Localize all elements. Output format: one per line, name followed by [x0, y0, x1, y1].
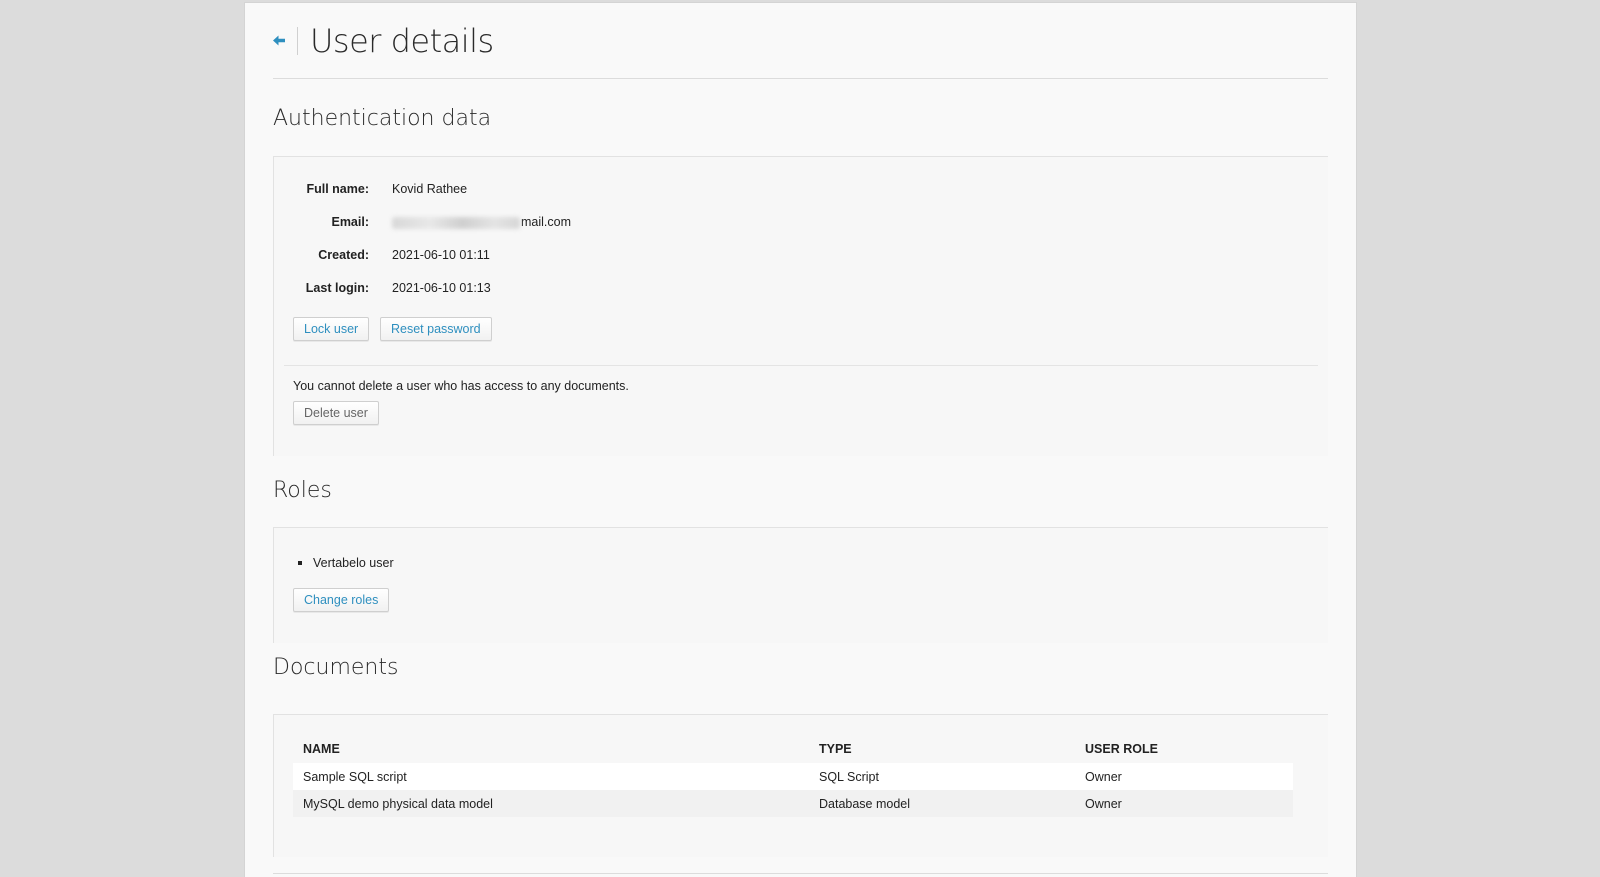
table-row[interactable]: MySQL demo physical data model Database …: [293, 790, 1293, 817]
column-header-user-role[interactable]: USER ROLE: [1075, 735, 1293, 763]
change-roles-button[interactable]: Change roles: [293, 588, 390, 612]
full-name-value: Kovid Rathee: [392, 182, 468, 196]
table-header-row: NAME TYPE USER ROLE: [293, 735, 1293, 763]
bullet-icon: [298, 561, 302, 565]
full-name-label: Full name:: [306, 182, 369, 196]
bottom-divider: [273, 873, 1328, 874]
documents-panel: NAME TYPE USER ROLE Sample SQL script SQ…: [273, 714, 1328, 857]
documents-table: NAME TYPE USER ROLE Sample SQL script SQ…: [293, 735, 1293, 817]
user-details-page: User details Authentication data Full na…: [244, 2, 1357, 877]
column-header-name[interactable]: NAME: [293, 735, 809, 763]
auth-section-title: Authentication data: [273, 106, 492, 131]
auth-panel: Full name: Kovid Rathee Email: mail.com …: [273, 156, 1328, 456]
created-row: Created: 2021-06-10 01:11: [274, 248, 490, 262]
last-login-label: Last login:: [305, 281, 369, 295]
header-separator: [297, 26, 298, 55]
document-user-role: Owner: [1075, 790, 1293, 817]
page-title: User details: [310, 21, 494, 60]
lock-user-button[interactable]: Lock user: [293, 317, 370, 341]
document-name[interactable]: Sample SQL script: [293, 763, 809, 790]
back-button[interactable]: [273, 28, 295, 54]
created-value: 2021-06-10 01:11: [392, 248, 490, 262]
full-name-row: Full name: Kovid Rathee: [274, 182, 467, 196]
auth-divider: [284, 365, 1318, 366]
page-header: User details: [273, 21, 1328, 79]
document-type: SQL Script: [809, 763, 1075, 790]
email-redaction: [392, 216, 520, 229]
roles-panel: Vertabelo user Change roles: [273, 527, 1328, 643]
last-login-row: Last login: 2021-06-10 01:13: [274, 281, 491, 295]
documents-section-title: Documents: [273, 655, 399, 680]
column-header-type[interactable]: TYPE: [809, 735, 1075, 763]
role-label: Vertabelo user: [313, 556, 394, 570]
reset-password-button[interactable]: Reset password: [380, 317, 492, 341]
email-value: mail.com: [392, 215, 571, 229]
role-item: Vertabelo user: [298, 556, 394, 570]
created-label: Created:: [318, 248, 369, 262]
delete-notice: You cannot delete a user who has access …: [293, 379, 629, 393]
arrow-left-icon: [273, 35, 285, 46]
email-label: Email:: [331, 215, 369, 229]
table-row[interactable]: Sample SQL script SQL Script Owner: [293, 763, 1293, 790]
document-user-role: Owner: [1075, 763, 1293, 790]
roles-section-title: Roles: [273, 478, 332, 503]
document-name[interactable]: MySQL demo physical data model: [293, 790, 809, 817]
last-login-value: 2021-06-10 01:13: [392, 281, 491, 295]
delete-user-button[interactable]: Delete user: [293, 401, 379, 425]
document-type: Database model: [809, 790, 1075, 817]
email-row: Email: mail.com: [274, 215, 571, 229]
